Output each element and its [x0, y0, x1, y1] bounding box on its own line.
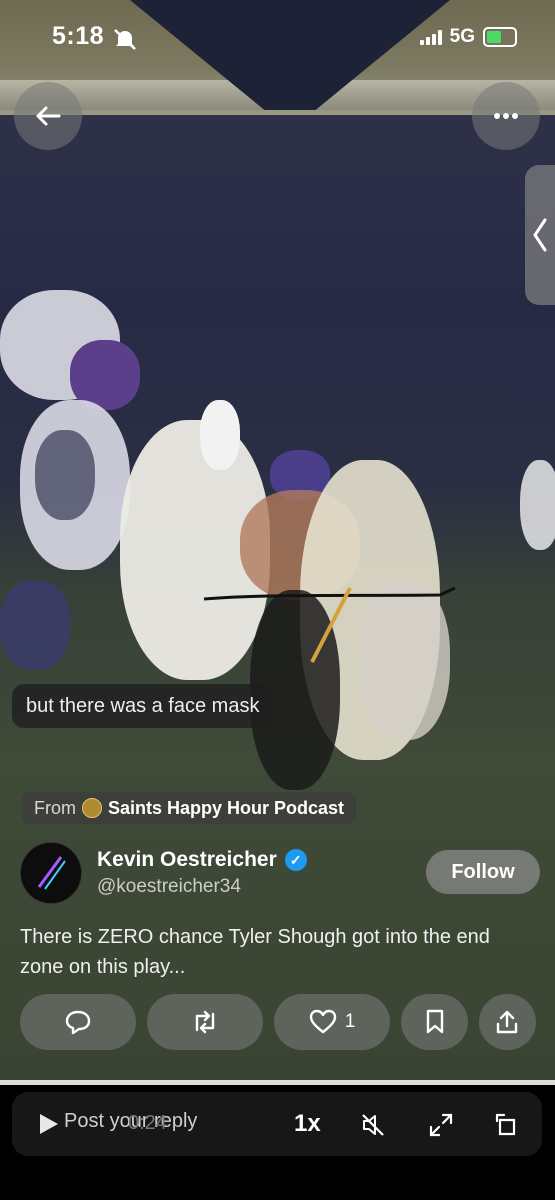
source-name: Saints Happy Hour Podcast	[108, 797, 345, 818]
network-label: 5G	[449, 26, 475, 47]
back-arrow-icon	[36, 106, 61, 126]
mute-icon[interactable]	[360, 1112, 386, 1138]
battery-icon	[483, 27, 517, 47]
play-icon[interactable]	[36, 1112, 60, 1136]
back-button[interactable]	[14, 82, 82, 150]
share-button[interactable]	[478, 994, 536, 1050]
more-options-button[interactable]	[472, 82, 540, 150]
post-text: There is ZERO chance Tyler Shough got in…	[20, 926, 490, 978]
playback-speed-button[interactable]: 1x	[294, 1110, 321, 1138]
rotate-icon[interactable]	[494, 1112, 520, 1138]
player-controls: Post your reply 0:24 1x	[12, 1092, 542, 1156]
follow-button[interactable]: Follow	[426, 850, 540, 894]
like-button[interactable]: 1	[274, 994, 391, 1050]
verified-icon: ✓	[284, 849, 307, 871]
drawn-annotation	[203, 586, 456, 663]
more-icon	[494, 113, 518, 119]
bell-off-icon	[114, 29, 136, 50]
video-scrubber[interactable]	[0, 1080, 555, 1085]
collapse-chevron-icon	[533, 218, 547, 252]
side-panel-tab[interactable]	[525, 165, 555, 305]
like-count: 1	[344, 1011, 356, 1032]
reply-icon	[65, 1010, 91, 1035]
source-attribution[interactable]: From Saints Happy Hour Podcast	[22, 792, 357, 824]
signal-icon	[419, 29, 442, 45]
video-timecode: 0:24	[128, 1112, 167, 1134]
author-name: Kevin Oestreicher	[97, 848, 277, 871]
repost-icon	[195, 1010, 215, 1034]
action-bar: 1	[20, 994, 536, 1052]
source-logo	[82, 798, 102, 818]
bookmark-button[interactable]	[401, 994, 468, 1050]
video-caption: but there was a face mask	[12, 684, 274, 728]
source-prefix: From	[34, 797, 76, 818]
repost-button[interactable]	[147, 994, 264, 1050]
author-handle: @koestreicher34	[97, 876, 241, 897]
avatar[interactable]	[20, 842, 82, 904]
clock: 5:18	[52, 22, 105, 50]
reply-input[interactable]: Post your reply 0:24	[64, 1110, 197, 1134]
reply-button[interactable]	[20, 994, 137, 1050]
heart-icon	[309, 1009, 336, 1034]
fullscreen-icon[interactable]	[428, 1112, 454, 1138]
bookmark-icon	[426, 1009, 443, 1034]
status-bar: 5:18 5G	[0, 0, 555, 70]
share-icon	[497, 1010, 518, 1034]
author-name-row[interactable]: Kevin Oestreicher ✓	[97, 848, 307, 872]
